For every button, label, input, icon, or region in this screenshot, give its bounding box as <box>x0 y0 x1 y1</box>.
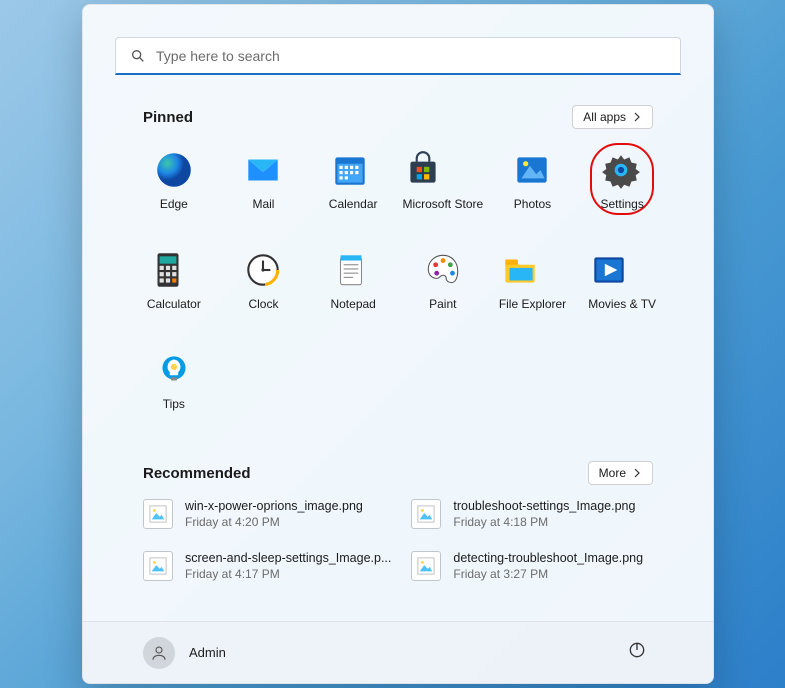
app-label: Tips <box>153 397 195 411</box>
app-label: Notepad <box>330 297 375 311</box>
pinned-header: Pinned All apps <box>83 93 713 137</box>
user-icon <box>150 644 168 662</box>
search-icon <box>130 48 146 64</box>
clock-icon <box>242 249 284 291</box>
recommended-title: win-x-power-oprions_image.png <box>185 499 391 513</box>
mail-icon <box>242 149 284 191</box>
settings-icon <box>600 149 642 191</box>
pinned-title: Pinned <box>143 109 193 126</box>
recommended-time: Friday at 4:18 PM <box>453 515 653 529</box>
recommended-item[interactable]: win-x-power-oprions_image.png Friday at 4… <box>143 499 391 529</box>
app-tile-settings[interactable]: Settings <box>577 143 667 225</box>
recommended-title: detecting-troubleshoot_Image.png <box>453 551 653 565</box>
recommended-item[interactable]: detecting-troubleshoot_Image.png Friday a… <box>411 551 653 581</box>
pinned-grid: Edge Mail Calendar Microsoft Store Photos Set… <box>83 137 713 429</box>
app-label: Mail <box>242 197 284 211</box>
app-tile-edge[interactable]: Edge <box>129 143 219 225</box>
search-section: Type here to search <box>83 5 713 93</box>
recommended-time: Friday at 4:17 PM <box>185 567 391 581</box>
app-label: Photos <box>511 197 553 211</box>
recommended-time: Friday at 4:20 PM <box>185 515 391 529</box>
recommended-item[interactable]: troubleshoot-settings_Image.png Friday at… <box>411 499 653 529</box>
start-menu: Type here to search Pinned All apps Edge… <box>82 4 714 684</box>
image-file-icon <box>411 499 441 529</box>
user-profile-button[interactable]: Admin <box>143 637 226 669</box>
tips-icon <box>153 349 195 391</box>
recommended-header: Recommended More <box>83 429 713 493</box>
power-button[interactable] <box>621 634 653 671</box>
search-placeholder: Type here to search <box>156 48 280 64</box>
recommended-title: screen-and-sleep-settings_Image.p... <box>185 551 391 565</box>
app-label: Microsoft Store <box>402 197 483 211</box>
start-footer: Admin <box>83 621 713 683</box>
notepad-icon <box>330 249 372 291</box>
app-tile-tips[interactable]: Tips <box>129 343 219 425</box>
more-label: More <box>599 466 626 480</box>
chevron-right-icon <box>632 112 642 122</box>
app-tile-clock[interactable]: Clock <box>219 243 309 325</box>
app-tile-calculator[interactable]: Calculator <box>129 243 219 325</box>
app-tile-microsoft-store[interactable]: Microsoft Store <box>398 143 488 225</box>
recommended-title: troubleshoot-settings_Image.png <box>453 499 653 513</box>
app-tile-photos[interactable]: Photos <box>488 143 578 225</box>
image-file-icon <box>411 551 441 581</box>
all-apps-label: All apps <box>583 110 626 124</box>
file-explorer-icon <box>499 249 541 291</box>
app-label: Calendar <box>329 197 378 211</box>
calculator-icon <box>147 249 189 291</box>
all-apps-button[interactable]: All apps <box>572 105 653 129</box>
app-label: Calculator <box>147 297 201 311</box>
avatar <box>143 637 175 669</box>
edge-icon <box>153 149 195 191</box>
recommended-time: Friday at 3:27 PM <box>453 567 653 581</box>
app-tile-file-explorer[interactable]: File Explorer <box>488 243 578 325</box>
user-name: Admin <box>189 645 226 660</box>
app-tile-mail[interactable]: Mail <box>219 143 309 225</box>
app-label: Settings <box>600 197 643 211</box>
paint-icon <box>422 249 464 291</box>
movies-tv-icon <box>588 249 630 291</box>
recommended-list: win-x-power-oprions_image.png Friday at 4… <box>83 493 713 581</box>
app-label: Edge <box>153 197 195 211</box>
image-file-icon <box>143 551 173 581</box>
more-button[interactable]: More <box>588 461 653 485</box>
search-input[interactable]: Type here to search <box>115 37 681 75</box>
app-label: Movies & TV <box>588 297 656 311</box>
recommended-title: Recommended <box>143 465 251 482</box>
chevron-right-icon <box>632 468 642 478</box>
app-tile-paint[interactable]: Paint <box>398 243 488 325</box>
calendar-icon <box>329 149 371 191</box>
app-label: Clock <box>242 297 284 311</box>
app-label: File Explorer <box>499 297 566 311</box>
app-label: Paint <box>422 297 464 311</box>
recommended-item[interactable]: screen-and-sleep-settings_Image.p... Frid… <box>143 551 391 581</box>
app-tile-notepad[interactable]: Notepad <box>308 243 398 325</box>
photos-icon <box>511 149 553 191</box>
power-icon <box>627 640 647 660</box>
store-icon <box>402 149 444 191</box>
image-file-icon <box>143 499 173 529</box>
app-tile-calendar[interactable]: Calendar <box>308 143 398 225</box>
app-tile-movies-tv[interactable]: Movies & TV <box>577 243 667 325</box>
